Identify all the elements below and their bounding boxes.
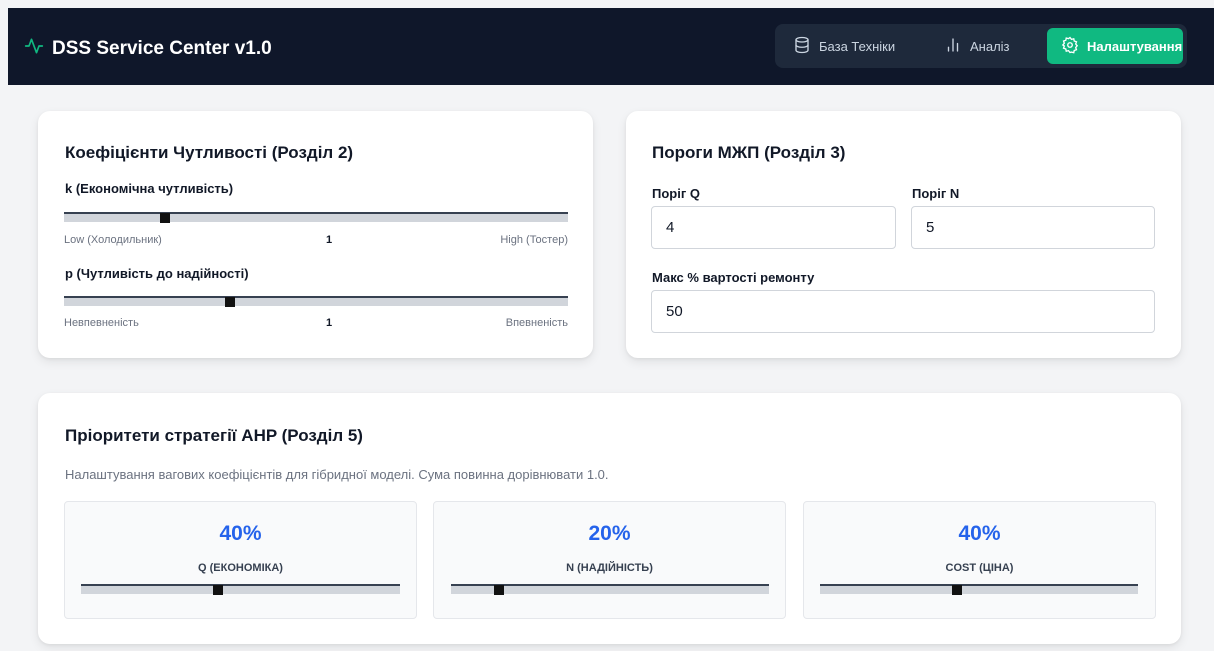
- ahp-description: Налаштування вагових коефіцієнтів для гі…: [65, 467, 609, 482]
- activity-pulse-icon: [24, 36, 44, 62]
- database-icon: [793, 36, 811, 57]
- weight-box-q: 40% Q (ЕКОНОМІКА): [64, 501, 417, 619]
- k-max-label: High (Тостер): [500, 234, 568, 246]
- k-slider-label: k (Економічна чутливість): [65, 181, 234, 196]
- top-bar: DSS Service Center v1.0 База Техніки Ана…: [8, 8, 1214, 85]
- q-threshold-label: Поріг Q: [652, 186, 700, 201]
- p-slider-label: p (Чутливість до надійності): [65, 266, 249, 281]
- weight-slider-cost[interactable]: [820, 584, 1138, 595]
- app-title: DSS Service Center v1.0: [52, 38, 272, 59]
- weight-label: Q (ЕКОНОМІКА): [198, 562, 283, 574]
- nav-label: Налаштування: [1087, 38, 1183, 54]
- card-title: Коефіцієнти Чутливості (Розділ 2): [65, 143, 354, 162]
- card-title: Пороги МЖП (Розділ 3): [652, 143, 846, 162]
- weight-slider-thumb[interactable]: [493, 585, 504, 595]
- main-nav: База Техніки Аналіз Налаштування: [775, 24, 1187, 68]
- ahp-card: Пріоритети стратегії AHP (Розділ 5) Нала…: [38, 393, 1181, 644]
- weight-box-cost: 40% COST (ЦІНА): [803, 501, 1156, 619]
- p-slider[interactable]: [64, 296, 568, 307]
- weight-slider-thumb[interactable]: [213, 585, 224, 595]
- weight-box-n: 20% N (НАДІЙНІСТЬ): [433, 501, 786, 619]
- p-max-label: Впевненість: [505, 317, 568, 329]
- p-slider-thumb[interactable]: [225, 297, 236, 307]
- weight-percent: 40%: [958, 522, 1001, 545]
- k-value: 1: [326, 234, 333, 246]
- k-slider-thumb[interactable]: [159, 213, 170, 223]
- max-repair-input[interactable]: [651, 290, 1155, 333]
- weight-label: N (НАДІЙНІСТЬ): [566, 562, 653, 574]
- weight-slider-thumb[interactable]: [951, 585, 962, 595]
- n-threshold-input[interactable]: [911, 206, 1155, 249]
- weight-percent: 20%: [588, 522, 631, 545]
- bar-chart-icon: [944, 36, 962, 57]
- brand[interactable]: DSS Service Center v1.0: [24, 36, 272, 62]
- nav-label: База Техніки: [819, 38, 896, 54]
- q-threshold-input[interactable]: [651, 206, 896, 249]
- p-min-label: Невпевненість: [64, 317, 139, 329]
- nav-item-settings[interactable]: Налаштування: [1047, 28, 1183, 64]
- nav-item-analysis[interactable]: Аналіз: [930, 28, 1024, 64]
- weight-slider-n[interactable]: [451, 584, 769, 595]
- k-slider[interactable]: [64, 212, 568, 223]
- p-value: 1: [326, 317, 333, 329]
- sensitivity-card: Коефіцієнти Чутливості (Розділ 2) k (Еко…: [38, 111, 593, 358]
- card-title: Пріоритети стратегії AHP (Розділ 5): [65, 426, 363, 445]
- n-threshold-label: Поріг N: [912, 186, 960, 201]
- weight-slider-q[interactable]: [81, 584, 400, 595]
- max-repair-label: Макс % вартості ремонту: [652, 270, 815, 285]
- gear-icon: [1061, 36, 1079, 57]
- nav-label: Аналіз: [970, 38, 1010, 54]
- thresholds-card: Пороги МЖП (Розділ 3) Поріг Q Поріг N Ма…: [626, 111, 1181, 358]
- k-min-label: Low (Холодильник): [64, 234, 162, 246]
- weight-percent: 40%: [219, 522, 262, 545]
- nav-item-database[interactable]: База Техніки: [779, 28, 909, 64]
- weight-label: COST (ЦІНА): [945, 562, 1014, 574]
